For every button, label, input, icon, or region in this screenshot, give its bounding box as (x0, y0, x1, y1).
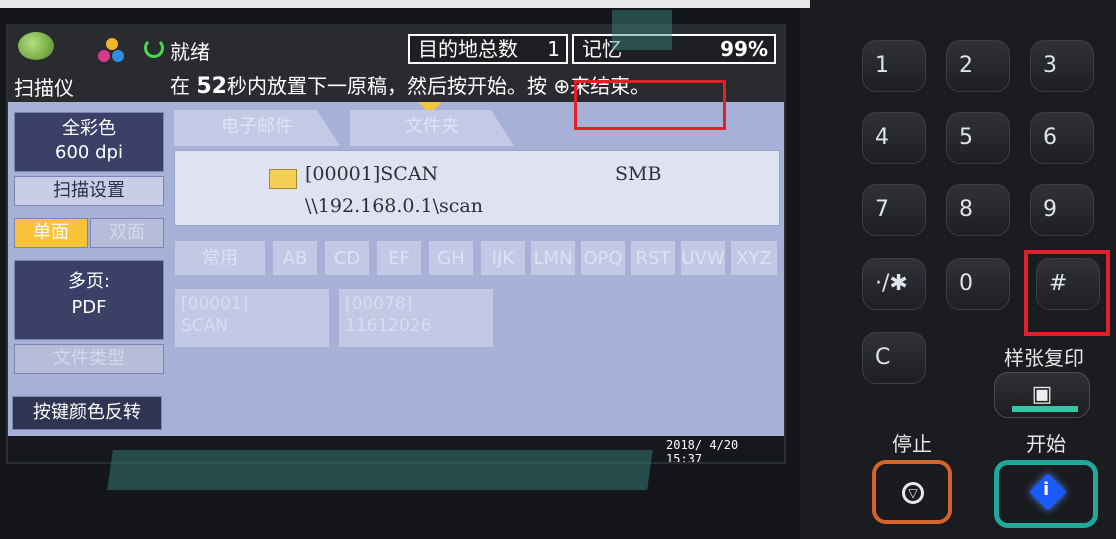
key-clear[interactable]: C (862, 332, 926, 384)
key-8[interactable]: 8 (946, 184, 1010, 236)
highlight-box-hash (1024, 250, 1110, 336)
key-star[interactable]: ·/✱ (862, 258, 926, 310)
index-uvw[interactable]: UVW (680, 240, 726, 276)
destination-total-label: 目的地总数 (418, 37, 518, 61)
index-ef[interactable]: EF (376, 240, 422, 276)
left-panel: 全彩色 600 dpi 扫描设置 单面 双面 多页: PDF 文件类型 按键颜色… (8, 106, 166, 462)
tab-email[interactable]: 电子邮件 (174, 110, 340, 146)
color-mode-button[interactable]: 全彩色 600 dpi (14, 112, 164, 172)
message-prefix: 在 (170, 74, 190, 98)
destination-total-count: 1 (547, 37, 560, 61)
start-label: 开始 (1026, 432, 1066, 456)
key-0[interactable]: 0 (946, 258, 1010, 310)
key-6[interactable]: 6 (1030, 112, 1094, 164)
key-9[interactable]: 9 (1030, 184, 1094, 236)
touch-screen: 扫描仪 就绪 目的地总数 1 记忆 99% 在 52秒内放置下一原稿，然后按开始… (6, 24, 786, 464)
document-icon: ▣ (1031, 382, 1053, 407)
index-rst[interactable]: RST (630, 240, 676, 276)
index-cd[interactable]: CD (324, 240, 370, 276)
address-entry[interactable]: [00078] 11612026 (338, 288, 494, 348)
color-mode-label: 全彩色 (62, 118, 116, 139)
multi-page-button[interactable]: 多页: PDF (14, 260, 164, 340)
highlight-box-end (574, 80, 726, 130)
file-type-button[interactable]: 文件类型 (14, 344, 164, 374)
address-entry-id: [00078] (345, 294, 413, 314)
stop-label: 停止 (892, 432, 932, 456)
index-xyz[interactable]: XYZ (730, 240, 778, 276)
destination-name: [00001]SCAN (305, 163, 439, 185)
index-lmn[interactable]: LMN (530, 240, 576, 276)
stop-button[interactable]: ▽ (872, 460, 952, 524)
key-4[interactable]: 4 (862, 112, 926, 164)
index-frequent[interactable]: 常用 (174, 240, 266, 276)
selected-destination[interactable]: [00001]SCAN SMB \\192.168.0.1\scan (174, 150, 780, 226)
device-photo: 扫描仪 就绪 目的地总数 1 记忆 99% 在 52秒内放置下一原稿，然后按开始… (0, 0, 1116, 539)
destination-protocol: SMB (615, 163, 662, 185)
ready-icon (144, 38, 164, 58)
time-label: 15:37 (666, 452, 703, 464)
scanner-icon[interactable] (18, 32, 54, 60)
key-3[interactable]: 3 (1030, 40, 1094, 92)
memory-indicator: 记忆 99% (572, 34, 776, 64)
address-entry-name: 11612026 (345, 316, 432, 336)
single-side-button[interactable]: 单面 (14, 218, 88, 248)
sample-copy-indicator (1012, 406, 1078, 412)
start-icon: i (1043, 479, 1050, 500)
start-button[interactable]: i (994, 460, 1098, 528)
key-2[interactable]: 2 (946, 40, 1010, 92)
tab-folder[interactable]: 文件夹 (350, 110, 514, 146)
address-entry-id: [00001] (181, 294, 249, 314)
double-side-button[interactable]: 双面 (90, 218, 164, 248)
index-ijk[interactable]: IJK (480, 240, 526, 276)
index-bar: 常用 AB CD EF GH IJK LMN OPQ RST UVW XYZ (174, 240, 780, 276)
key-5[interactable]: 5 (946, 112, 1010, 164)
multi-page-label: 多页: (67, 271, 111, 292)
sample-copy-label: 样张复印 (1004, 346, 1084, 370)
datetime: 2018/ 4/20 15:37 (666, 438, 739, 464)
protective-film-top (612, 10, 672, 50)
scanner-label[interactable]: 扫描仪 (14, 72, 74, 101)
resolution-label: 600 dpi (55, 142, 123, 163)
destination-path: \\192.168.0.1\scan (305, 195, 483, 217)
date-label: 2018/ 4/20 (666, 438, 739, 452)
address-entry-name: SCAN (181, 316, 229, 336)
key-7[interactable]: 7 (862, 184, 926, 236)
ready-label: 就绪 (170, 40, 210, 64)
address-entry[interactable]: [00001] SCAN (174, 288, 330, 348)
message-seconds: 52 (196, 74, 227, 99)
index-gh[interactable]: GH (428, 240, 474, 276)
color-dots-icon (98, 38, 128, 64)
index-opq[interactable]: OPQ (580, 240, 626, 276)
scan-settings-button[interactable]: 扫描设置 (14, 176, 164, 206)
tab-bar: 电子邮件 文件夹 (174, 110, 514, 146)
protective-film (107, 450, 653, 490)
folder-icon (269, 169, 297, 189)
stop-icon: ▽ (902, 482, 924, 504)
memory-percent: 99% (720, 37, 768, 61)
message-main: 秒内放置下一原稿，然后按开始。 (226, 74, 527, 98)
invert-key-color-button[interactable]: 按键颜色反转 (12, 396, 162, 430)
key-1[interactable]: 1 (862, 40, 926, 92)
index-ab[interactable]: AB (272, 240, 318, 276)
pdf-label: PDF (71, 297, 107, 318)
destination-total: 目的地总数 1 (408, 34, 568, 64)
